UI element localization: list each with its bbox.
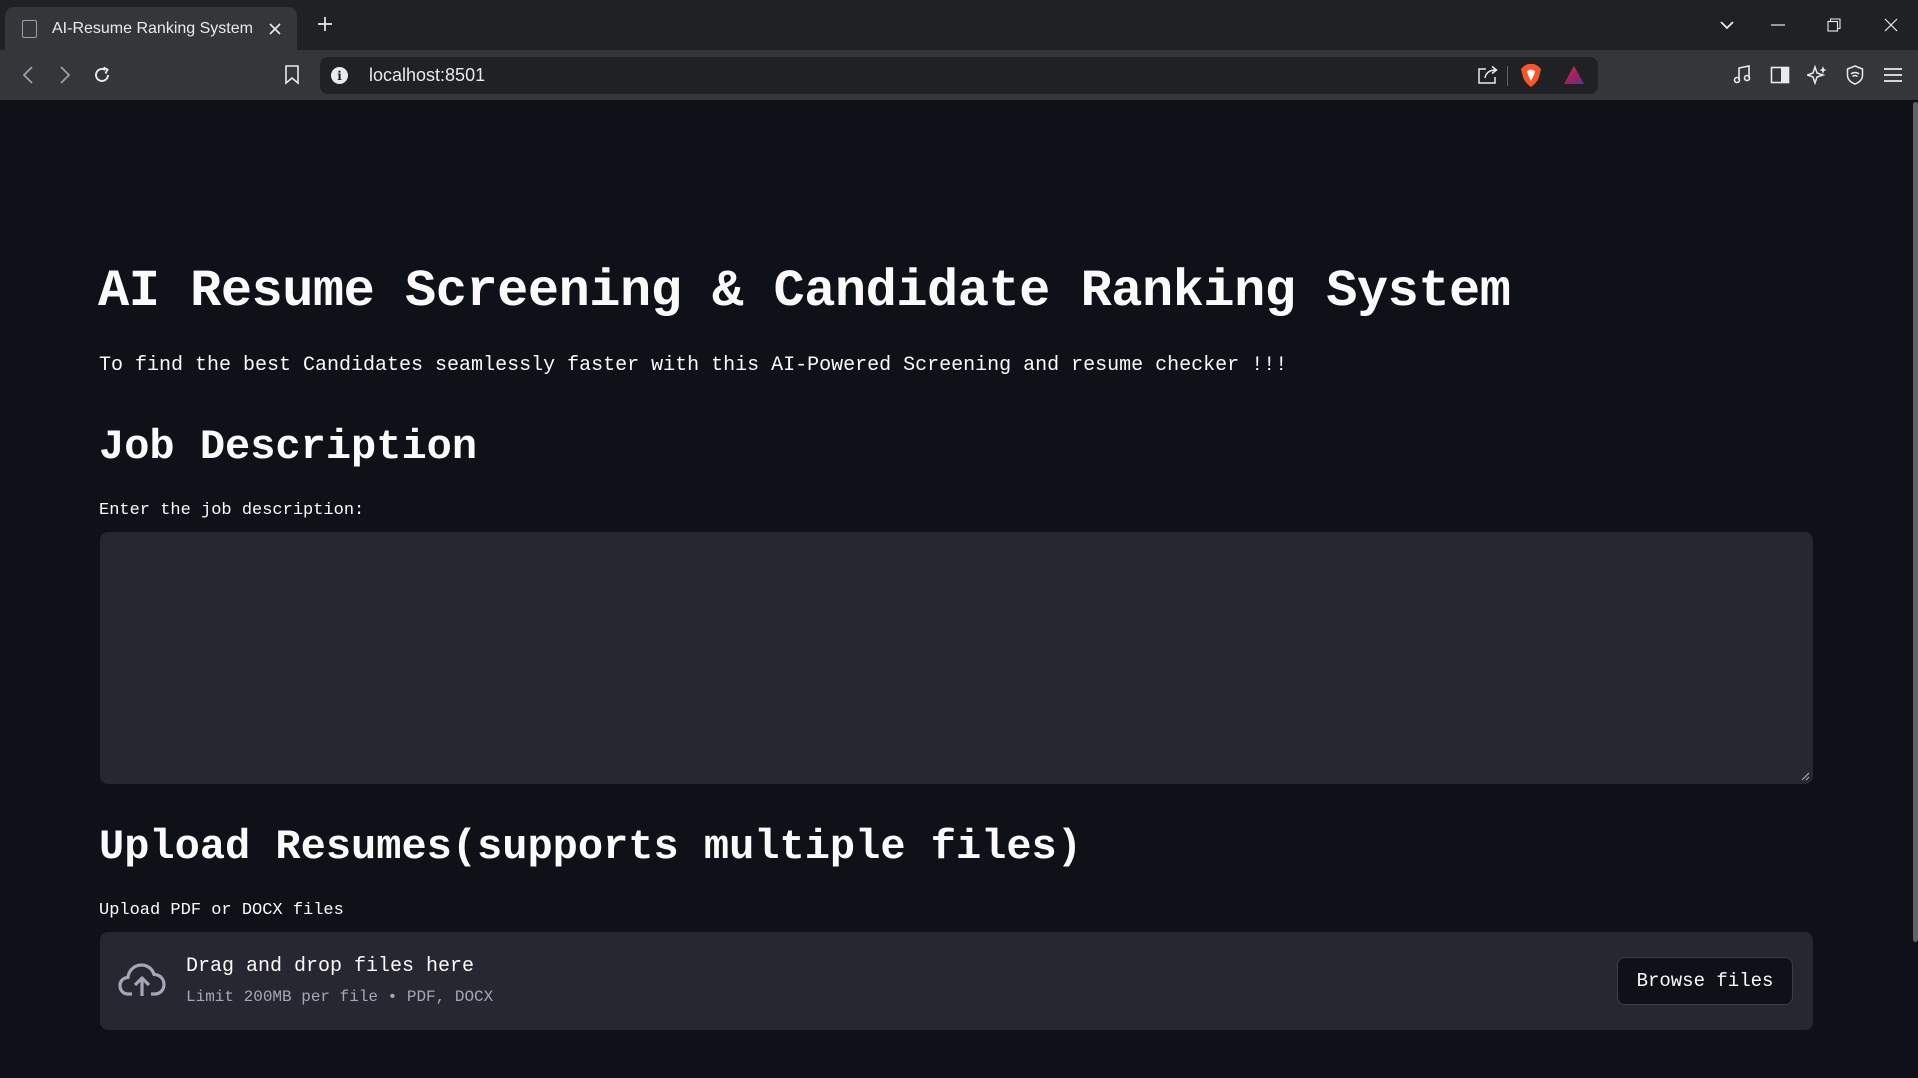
browser-tab-bar: AI-Resume Ranking System <box>0 0 1918 50</box>
browse-files-button[interactable]: Browse files <box>1617 957 1793 1005</box>
cloud-upload-icon <box>118 962 166 998</box>
new-tab-button[interactable] <box>310 9 340 39</box>
brave-rewards-icon[interactable] <box>1563 65 1585 90</box>
brave-shields-icon[interactable] <box>1520 63 1542 93</box>
address-url[interactable]: localhost:8501 <box>369 65 485 86</box>
forward-icon[interactable] <box>50 60 80 90</box>
resize-handle-icon[interactable] <box>1800 771 1810 781</box>
file-dropzone[interactable]: Drag and drop files here Limit 200MB per… <box>100 932 1813 1030</box>
page-title: AI Resume Screening & Candidate Ranking … <box>98 262 1511 321</box>
close-tab-icon[interactable] <box>262 16 288 42</box>
dropzone-title: Drag and drop files here <box>186 955 475 978</box>
share-icon[interactable] <box>1477 65 1499 90</box>
back-icon[interactable] <box>13 60 43 90</box>
browser-tab[interactable]: AI-Resume Ranking System <box>5 7 297 50</box>
address-bar[interactable]: i localhost:8501 <box>320 57 1598 94</box>
upload-resumes-heading: Upload Resumes(supports multiple files) <box>99 823 1082 871</box>
dropzone-limit-text: Limit 200MB per file • PDF, DOCX <box>186 988 494 1006</box>
address-bar-divider <box>1507 66 1508 86</box>
page-subtitle: To find the best Candidates seamlessly f… <box>99 354 1288 377</box>
menu-icon[interactable] <box>1878 60 1908 90</box>
page-favicon-icon <box>22 19 37 38</box>
sidebar-icon[interactable] <box>1765 60 1795 90</box>
vpn-shield-icon[interactable] <box>1840 60 1870 90</box>
close-window-icon[interactable] <box>1864 0 1918 50</box>
reload-icon[interactable] <box>87 60 117 90</box>
media-icon[interactable] <box>1727 60 1757 90</box>
tab-title: AI-Resume Ranking System <box>52 19 253 37</box>
restore-icon[interactable] <box>1807 0 1861 50</box>
job-description-input[interactable] <box>100 532 1813 784</box>
page-scrollbar-thumb[interactable] <box>1913 102 1918 942</box>
job-description-label: Enter the job description: <box>99 501 365 520</box>
upload-files-label: Upload PDF or DOCX files <box>99 901 344 920</box>
site-info-icon[interactable]: i <box>331 67 348 84</box>
bookmark-icon[interactable] <box>277 60 307 90</box>
job-description-heading: Job Description <box>99 423 478 471</box>
minimize-icon[interactable] <box>1751 0 1805 50</box>
leo-ai-icon[interactable] <box>1802 60 1832 90</box>
tab-search-icon[interactable] <box>1700 0 1754 50</box>
